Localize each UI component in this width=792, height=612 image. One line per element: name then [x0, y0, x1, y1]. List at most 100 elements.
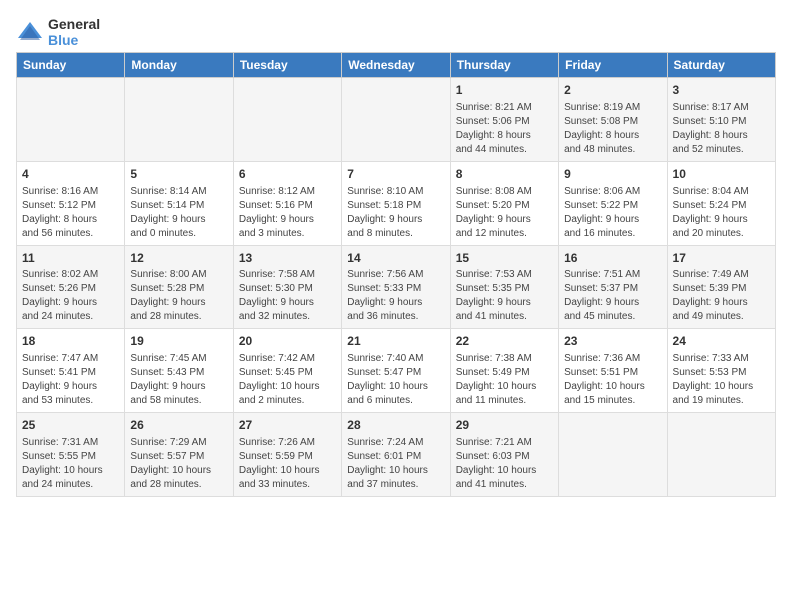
day-number: 24	[673, 333, 770, 350]
calendar-cell: 17Sunrise: 7:49 AM Sunset: 5:39 PM Dayli…	[667, 245, 775, 329]
day-number: 21	[347, 333, 444, 350]
day-number: 5	[130, 166, 227, 183]
calendar-cell: 18 Sunrise: 7:47 AM Sunset: 5:41 PM Dayli…	[17, 329, 125, 413]
day-number: 14	[347, 250, 444, 267]
day-info: Sunrise: 8:00 AM Sunset: 5:28 PM Dayligh…	[130, 268, 227, 324]
calendar-table: SundayMondayTuesdayWednesdayThursdayFrid…	[16, 52, 776, 497]
day-info: Sunrise: 7:26 AM Sunset: 5:59 PM Dayligh…	[239, 436, 336, 492]
calendar-cell: 28 Sunrise: 7:24 AM Sunset: 6:01 PM Dayli…	[342, 413, 450, 497]
calendar-cell: 6 Sunrise: 8:12 AM Sunset: 5:16 PM Daylig…	[233, 161, 341, 245]
day-info: Sunrise: 8:08 AM Sunset: 5:20 PM Dayligh…	[456, 185, 553, 241]
day-info: Sunrise: 7:38 AM Sunset: 5:49 PM Dayligh…	[456, 352, 553, 408]
calendar-cell: 13Sunrise: 7:58 AM Sunset: 5:30 PM Dayli…	[233, 245, 341, 329]
column-header-friday: Friday	[559, 53, 667, 78]
calendar-cell	[17, 78, 125, 162]
calendar-week-1: 1Sunrise: 8:21 AM Sunset: 5:06 PM Daylig…	[17, 78, 776, 162]
logo: General Blue	[16, 16, 100, 48]
calendar-cell: 11Sunrise: 8:02 AM Sunset: 5:26 PM Dayli…	[17, 245, 125, 329]
day-info: Sunrise: 7:40 AM Sunset: 5:47 PM Dayligh…	[347, 352, 444, 408]
day-info: Sunrise: 7:53 AM Sunset: 5:35 PM Dayligh…	[456, 268, 553, 324]
column-header-monday: Monday	[125, 53, 233, 78]
column-header-thursday: Thursday	[450, 53, 558, 78]
calendar-cell	[342, 78, 450, 162]
day-number: 16	[564, 250, 661, 267]
day-info: Sunrise: 7:33 AM Sunset: 5:53 PM Dayligh…	[673, 352, 770, 408]
calendar-cell: 27 Sunrise: 7:26 AM Sunset: 5:59 PM Dayli…	[233, 413, 341, 497]
day-info: Sunrise: 8:16 AM Sunset: 5:12 PM Dayligh…	[22, 185, 119, 241]
calendar-cell: 12Sunrise: 8:00 AM Sunset: 5:28 PM Dayli…	[125, 245, 233, 329]
day-info: Sunrise: 8:02 AM Sunset: 5:26 PM Dayligh…	[22, 268, 119, 324]
day-number: 26	[130, 417, 227, 434]
day-info: Sunrise: 7:42 AM Sunset: 5:45 PM Dayligh…	[239, 352, 336, 408]
calendar-header-row: SundayMondayTuesdayWednesdayThursdayFrid…	[17, 53, 776, 78]
day-number: 27	[239, 417, 336, 434]
day-info: Sunrise: 7:56 AM Sunset: 5:33 PM Dayligh…	[347, 268, 444, 324]
day-info: Sunrise: 7:47 AM Sunset: 5:41 PM Dayligh…	[22, 352, 119, 408]
logo-text: General Blue	[48, 16, 100, 48]
calendar-cell: 21 Sunrise: 7:40 AM Sunset: 5:47 PM Dayli…	[342, 329, 450, 413]
day-number: 22	[456, 333, 553, 350]
day-number: 2	[564, 82, 661, 99]
calendar-cell: 7Sunrise: 8:10 AM Sunset: 5:18 PM Daylig…	[342, 161, 450, 245]
calendar-cell: 26 Sunrise: 7:29 AM Sunset: 5:57 PM Dayli…	[125, 413, 233, 497]
column-header-wednesday: Wednesday	[342, 53, 450, 78]
calendar-cell	[125, 78, 233, 162]
calendar-cell: 19 Sunrise: 7:45 AM Sunset: 5:43 PM Dayli…	[125, 329, 233, 413]
day-number: 19	[130, 333, 227, 350]
day-info: Sunrise: 8:06 AM Sunset: 5:22 PM Dayligh…	[564, 185, 661, 241]
day-info: Sunrise: 8:12 AM Sunset: 5:16 PM Dayligh…	[239, 185, 336, 241]
day-info: Sunrise: 7:24 AM Sunset: 6:01 PM Dayligh…	[347, 436, 444, 492]
day-info: Sunrise: 8:19 AM Sunset: 5:08 PM Dayligh…	[564, 101, 661, 157]
day-number: 12	[130, 250, 227, 267]
day-info: Sunrise: 7:29 AM Sunset: 5:57 PM Dayligh…	[130, 436, 227, 492]
day-number: 11	[22, 250, 119, 267]
calendar-cell: 4Sunrise: 8:16 AM Sunset: 5:12 PM Daylig…	[17, 161, 125, 245]
day-info: Sunrise: 7:31 AM Sunset: 5:55 PM Dayligh…	[22, 436, 119, 492]
calendar-week-3: 11Sunrise: 8:02 AM Sunset: 5:26 PM Dayli…	[17, 245, 776, 329]
calendar-cell: 1Sunrise: 8:21 AM Sunset: 5:06 PM Daylig…	[450, 78, 558, 162]
day-info: Sunrise: 8:14 AM Sunset: 5:14 PM Dayligh…	[130, 185, 227, 241]
day-number: 28	[347, 417, 444, 434]
day-info: Sunrise: 7:36 AM Sunset: 5:51 PM Dayligh…	[564, 352, 661, 408]
day-info: Sunrise: 7:58 AM Sunset: 5:30 PM Dayligh…	[239, 268, 336, 324]
calendar-week-4: 18 Sunrise: 7:47 AM Sunset: 5:41 PM Dayli…	[17, 329, 776, 413]
day-info: Sunrise: 8:21 AM Sunset: 5:06 PM Dayligh…	[456, 101, 553, 157]
calendar-cell: 14Sunrise: 7:56 AM Sunset: 5:33 PM Dayli…	[342, 245, 450, 329]
calendar-cell: 20 Sunrise: 7:42 AM Sunset: 5:45 PM Dayli…	[233, 329, 341, 413]
day-number: 17	[673, 250, 770, 267]
calendar-week-5: 25 Sunrise: 7:31 AM Sunset: 5:55 PM Dayli…	[17, 413, 776, 497]
calendar-cell: 8 Sunrise: 8:08 AM Sunset: 5:20 PM Daylig…	[450, 161, 558, 245]
calendar-cell: 10 Sunrise: 8:04 AM Sunset: 5:24 PM Dayli…	[667, 161, 775, 245]
column-header-saturday: Saturday	[667, 53, 775, 78]
calendar-cell	[233, 78, 341, 162]
day-info: Sunrise: 8:04 AM Sunset: 5:24 PM Dayligh…	[673, 185, 770, 241]
calendar-week-2: 4Sunrise: 8:16 AM Sunset: 5:12 PM Daylig…	[17, 161, 776, 245]
day-number: 25	[22, 417, 119, 434]
day-info: Sunrise: 7:45 AM Sunset: 5:43 PM Dayligh…	[130, 352, 227, 408]
day-number: 3	[673, 82, 770, 99]
day-number: 23	[564, 333, 661, 350]
day-number: 29	[456, 417, 553, 434]
day-info: Sunrise: 7:21 AM Sunset: 6:03 PM Dayligh…	[456, 436, 553, 492]
calendar-cell: 25 Sunrise: 7:31 AM Sunset: 5:55 PM Dayli…	[17, 413, 125, 497]
calendar-cell	[559, 413, 667, 497]
calendar-cell: 2 Sunrise: 8:19 AM Sunset: 5:08 PM Daylig…	[559, 78, 667, 162]
day-number: 6	[239, 166, 336, 183]
calendar-cell: 29 Sunrise: 7:21 AM Sunset: 6:03 PM Dayli…	[450, 413, 558, 497]
day-number: 18	[22, 333, 119, 350]
day-number: 20	[239, 333, 336, 350]
calendar-cell: 3 Sunrise: 8:17 AM Sunset: 5:10 PM Daylig…	[667, 78, 775, 162]
day-number: 8	[456, 166, 553, 183]
calendar-cell	[667, 413, 775, 497]
day-info: Sunrise: 8:10 AM Sunset: 5:18 PM Dayligh…	[347, 185, 444, 241]
day-number: 9	[564, 166, 661, 183]
day-number: 10	[673, 166, 770, 183]
day-info: Sunrise: 8:17 AM Sunset: 5:10 PM Dayligh…	[673, 101, 770, 157]
day-number: 13	[239, 250, 336, 267]
logo-icon	[16, 20, 44, 44]
calendar-cell: 15Sunrise: 7:53 AM Sunset: 5:35 PM Dayli…	[450, 245, 558, 329]
calendar-cell: 5 Sunrise: 8:14 AM Sunset: 5:14 PM Daylig…	[125, 161, 233, 245]
column-header-sunday: Sunday	[17, 53, 125, 78]
calendar-cell: 9 Sunrise: 8:06 AM Sunset: 5:22 PM Daylig…	[559, 161, 667, 245]
page-header: General Blue	[16, 16, 776, 48]
